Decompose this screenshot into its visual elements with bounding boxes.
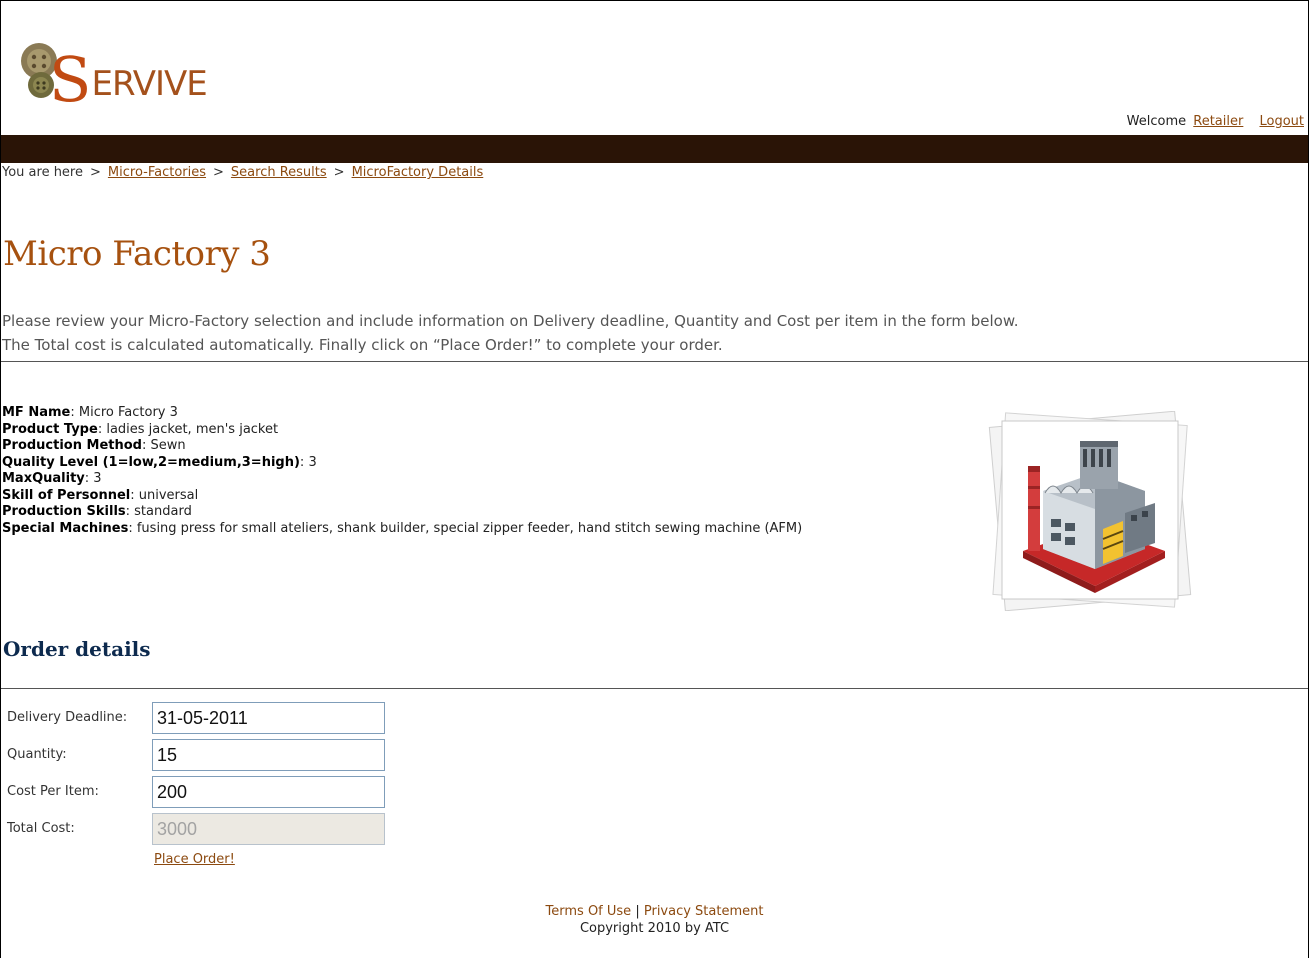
breadcrumb-prefix: You are here (2, 165, 83, 180)
logo-initial: S (49, 43, 91, 116)
detail-label: MaxQuality (2, 471, 85, 486)
detail-row: Skill of Personnel: universal (2, 487, 199, 503)
cost-per-item-label: Cost Per Item: (7, 784, 99, 799)
detail-label: Production Skills (2, 504, 126, 519)
logout-link[interactable]: Logout (1259, 114, 1304, 129)
page-frame: SERVIVE Welcome Retailer Logout You are … (0, 0, 1309, 958)
delivery-deadline-input[interactable] (152, 702, 385, 734)
page-title: Micro Factory 3 (3, 234, 271, 274)
detail-row: Product Type: ladies jacket, men's jacke… (2, 421, 279, 437)
detail-value: standard (134, 504, 192, 519)
detail-row: Production Method: Sewn (2, 438, 186, 453)
detail-row: MaxQuality: 3 (2, 471, 102, 486)
privacy-statement-link[interactable]: Privacy Statement (644, 904, 764, 919)
detail-value: Sewn (150, 438, 186, 453)
logo-rest: ERVIVE (91, 64, 207, 104)
intro-text: Please review your Micro-Factory selecti… (2, 309, 1018, 357)
welcome-bar: Welcome Retailer Logout (1127, 114, 1304, 129)
top-nav-bar (1, 135, 1308, 163)
breadcrumb-micro-factories[interactable]: Micro-Factories (108, 165, 206, 180)
footer: Terms Of Use | Privacy Statement Copyrig… (1, 903, 1308, 937)
breadcrumb-separator: > (333, 165, 345, 180)
detail-label: Skill of Personnel (2, 487, 131, 503)
detail-label: Special Machines (2, 520, 129, 536)
detail-row: Production Skills: standard (2, 504, 192, 519)
detail-value: fusing press for small ateliers, shank b… (136, 520, 803, 536)
detail-value: 3 (308, 454, 317, 470)
breadcrumb-search-results[interactable]: Search Results (231, 165, 327, 180)
user-link[interactable]: Retailer (1193, 114, 1243, 129)
copyright: Copyright 2010 by ATC (579, 921, 730, 936)
divider (1, 688, 1308, 689)
breadcrumb-separator: > (213, 165, 224, 180)
breadcrumb: You are here > Micro-Factories > Search Resu… (2, 165, 483, 180)
detail-label: Product Type (2, 421, 98, 437)
breadcrumb-microfactory-details[interactable]: MicroFactory Details (352, 165, 484, 180)
footer-links: Terms Of Use | Privacy Statement (1, 903, 1308, 920)
breadcrumb-separator: > (90, 165, 101, 180)
factory-details: MF Name: Micro Factory 3 Product Type: l… (2, 405, 882, 537)
factory-image (985, 410, 1195, 612)
terms-of-use-link[interactable]: Terms Of Use (546, 904, 632, 919)
detail-value: Micro Factory 3 (78, 405, 178, 420)
servive-logo[interactable]: SERVIVE (19, 21, 219, 111)
factory-icon (988, 410, 1192, 612)
footer-divider: | (635, 904, 640, 919)
place-order-link[interactable]: Place Order! (154, 852, 235, 867)
quantity-label: Quantity: (7, 747, 67, 762)
intro-line-1: Please review your Micro-Factory selecti… (2, 312, 1019, 330)
order-details-heading: Order details (3, 637, 151, 661)
detail-label: Quality Level (1=low,2=medium,3=high) (2, 454, 300, 470)
divider (1, 361, 1308, 362)
welcome-text: Welcome (1126, 114, 1187, 129)
detail-label: Production Method (2, 438, 142, 453)
detail-label: MF Name (2, 405, 71, 420)
cost-per-item-input[interactable] (152, 776, 385, 808)
detail-row: Special Machines: fusing press for small… (2, 520, 803, 536)
detail-value: 3 (93, 471, 102, 486)
delivery-deadline-label: Delivery Deadline: (7, 710, 128, 725)
detail-value: universal (138, 487, 199, 503)
detail-row: Quality Level (1=low,2=medium,3=high): 3 (2, 454, 317, 470)
total-cost-input (152, 813, 385, 845)
total-cost-label: Total Cost: (7, 821, 75, 836)
detail-value: ladies jacket, men's jacket (106, 421, 279, 437)
logo-wordmark: SERVIVE (49, 49, 208, 111)
detail-row: MF Name: Micro Factory 3 (2, 405, 178, 420)
quantity-input[interactable] (152, 739, 385, 771)
intro-line-2: The Total cost is calculated automatical… (2, 336, 723, 354)
